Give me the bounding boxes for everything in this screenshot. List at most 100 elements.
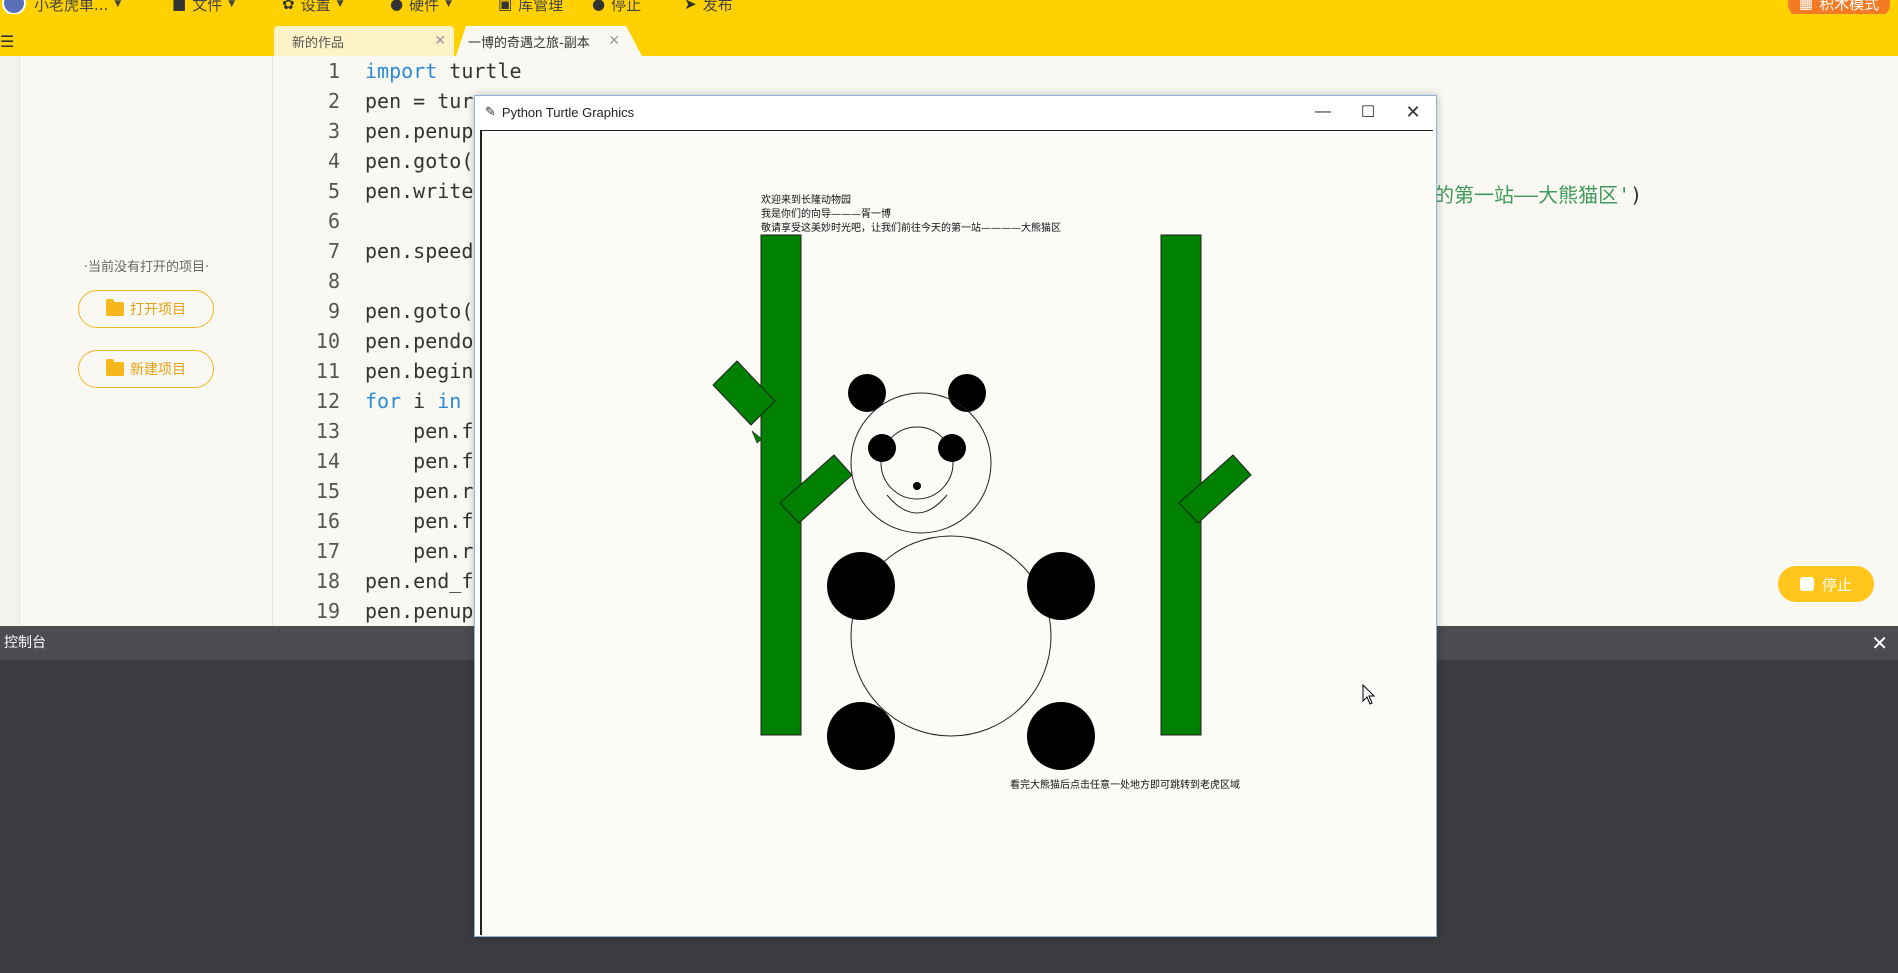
panda-leg-left bbox=[827, 702, 895, 770]
line-number: 19 bbox=[315, 599, 340, 623]
stop-run-label: 停止 bbox=[1821, 575, 1852, 594]
stop-menu-label: 停止 bbox=[611, 0, 642, 14]
code-string-fragment: 的第一站——大熊猫区') bbox=[1434, 180, 1642, 210]
panda-face bbox=[850, 392, 992, 534]
folder-icon: ■ bbox=[172, 0, 187, 13]
project-sidebar: ·当前没有打开的项目· 打开项目 新建项目 bbox=[20, 56, 273, 626]
user-menu[interactable]: 小老虎单... ▼ bbox=[34, 0, 122, 14]
line-number: 12 bbox=[315, 389, 340, 413]
stop-run-button[interactable]: 停止 bbox=[1778, 566, 1874, 602]
open-project-label: 打开项目 bbox=[130, 302, 186, 318]
line-number: 8 bbox=[327, 269, 340, 293]
code-text: for i in bbox=[365, 386, 461, 416]
code-text: pen.f bbox=[365, 509, 474, 533]
close-icon[interactable]: ✕ bbox=[1871, 626, 1888, 660]
library-icon: ▣ bbox=[498, 0, 513, 13]
settings-menu-label: 设置 bbox=[300, 0, 331, 14]
stop-icon: ● bbox=[592, 0, 606, 13]
chevron-down-icon: ▼ bbox=[336, 0, 344, 9]
gear-icon: ✿ bbox=[282, 0, 295, 13]
bamboo-stalk-right bbox=[1160, 234, 1202, 736]
tab-yibo-journey-copy[interactable]: 一博的奇遇之旅-副本 ✕ bbox=[456, 26, 642, 56]
new-project-button[interactable]: 新建项目 bbox=[78, 350, 214, 388]
tab-bar: ☰ 新的作品 ✕ 一博的奇遇之旅-副本 ✕ bbox=[0, 14, 1898, 56]
tab-new-work[interactable]: 新的作品 ✕ bbox=[274, 26, 454, 56]
code-line[interactable]: 1 import turtle bbox=[274, 56, 1898, 86]
hamburger-icon[interactable]: ☰ bbox=[0, 28, 14, 56]
turtle-canvas[interactable]: 欢迎来到长隆动物园 我是你们的向导———胥一博 敬请享受这美妙时光吧，让我们前往… bbox=[480, 130, 1433, 935]
block-mode-label: 积木模式 bbox=[1819, 0, 1880, 13]
publish-menu-label: 发布 bbox=[702, 0, 733, 14]
code-text: pen.penup bbox=[365, 599, 474, 623]
user-name: 小老虎单... bbox=[34, 0, 109, 14]
chevron-down-icon: ▼ bbox=[114, 0, 122, 9]
close-icon[interactable]: ✕ bbox=[608, 33, 620, 49]
stop-menu[interactable]: ● 停止 bbox=[592, 0, 642, 14]
panda-arm-right bbox=[1027, 552, 1095, 620]
code-text: pen.r bbox=[365, 539, 474, 563]
line-number: 11 bbox=[315, 359, 340, 383]
line-number: 7 bbox=[327, 239, 340, 263]
panda-ear-right bbox=[948, 374, 986, 412]
settings-menu[interactable]: ✿ 设置 ▼ bbox=[282, 0, 344, 14]
code-rest: turtle bbox=[437, 59, 522, 83]
tab-label: 一博的奇遇之旅-副本 bbox=[468, 35, 590, 51]
keyword: for bbox=[365, 389, 402, 413]
hardware-menu-label: 硬件 bbox=[409, 0, 440, 14]
code-rest: i bbox=[401, 389, 438, 413]
code-text: pen.f bbox=[365, 449, 474, 473]
folder-icon bbox=[106, 359, 124, 376]
close-icon[interactable]: ✕ bbox=[434, 33, 446, 49]
chevron-down-icon: ▼ bbox=[445, 0, 453, 9]
no-project-message: ·当前没有打开的项目· bbox=[83, 260, 210, 275]
blocks-icon: ▦ bbox=[1798, 0, 1814, 12]
window-title: Python Turtle Graphics bbox=[501, 104, 635, 120]
library-menu[interactable]: ▣ 库管理 bbox=[498, 0, 564, 14]
folder-icon bbox=[106, 299, 124, 316]
code-text: pen.write bbox=[365, 179, 474, 203]
user-avatar[interactable] bbox=[2, 0, 26, 14]
code-text: pen.speed bbox=[365, 239, 474, 263]
chevron-down-icon: ▼ bbox=[228, 0, 236, 9]
line-number: 16 bbox=[315, 509, 340, 533]
send-icon: ➤ bbox=[684, 0, 697, 13]
activity-gutter bbox=[0, 56, 20, 626]
panda-eye-left bbox=[868, 434, 896, 462]
line-number: 4 bbox=[327, 149, 340, 173]
open-project-button[interactable]: 打开项目 bbox=[78, 290, 214, 328]
line-number: 3 bbox=[327, 119, 340, 143]
hardware-menu[interactable]: ● 硬件 ▼ bbox=[390, 0, 453, 14]
library-menu-label: 库管理 bbox=[518, 0, 564, 14]
file-menu[interactable]: ■ 文件 ▼ bbox=[172, 0, 236, 14]
code-text: pen.f bbox=[365, 419, 474, 443]
code-text: pen.goto( bbox=[365, 149, 474, 173]
line-number: 13 bbox=[315, 419, 340, 443]
line-number: 2 bbox=[327, 89, 340, 113]
turtle-graphics-window[interactable]: ✎ Python Turtle Graphics — ☐ ✕ 欢迎来到长隆动物园… bbox=[474, 95, 1437, 937]
minimize-icon[interactable]: — bbox=[1300, 96, 1346, 128]
line-number: 18 bbox=[315, 569, 340, 593]
window-title-bar[interactable]: ✎ Python Turtle Graphics — ☐ ✕ bbox=[475, 96, 1436, 128]
new-project-label: 新建项目 bbox=[130, 362, 186, 378]
canvas-text-invite: 敬请享受这美妙时光吧，让我们前往今天的第一站————大熊猫区 bbox=[761, 221, 1061, 234]
close-icon[interactable]: ✕ bbox=[1390, 96, 1436, 128]
publish-menu[interactable]: ➤ 发布 bbox=[684, 0, 733, 14]
close-paren: ) bbox=[1630, 183, 1643, 207]
block-mode-button[interactable]: ▦ 积木模式 bbox=[1788, 0, 1890, 14]
panda-eye-right bbox=[938, 434, 966, 462]
keyword: import bbox=[365, 59, 438, 83]
line-number: 6 bbox=[327, 209, 340, 233]
tab-label: 新的作品 bbox=[292, 35, 345, 51]
bamboo-stalk-left bbox=[760, 234, 802, 736]
line-number: 5 bbox=[327, 179, 340, 203]
maximize-icon[interactable]: ☐ bbox=[1345, 96, 1391, 128]
line-number: 17 bbox=[315, 539, 340, 563]
code-text: pen.penup bbox=[365, 119, 474, 143]
string-literal: 的第一站——大熊猫区' bbox=[1434, 183, 1631, 207]
feather-icon: ✎ bbox=[485, 104, 496, 119]
console-title: 控制台 bbox=[4, 635, 46, 651]
line-number: 15 bbox=[315, 479, 340, 503]
stop-icon bbox=[1799, 577, 1814, 591]
canvas-text-guide: 我是你们的向导———胥一博 bbox=[761, 207, 891, 220]
panda-leg-right bbox=[1027, 702, 1095, 770]
